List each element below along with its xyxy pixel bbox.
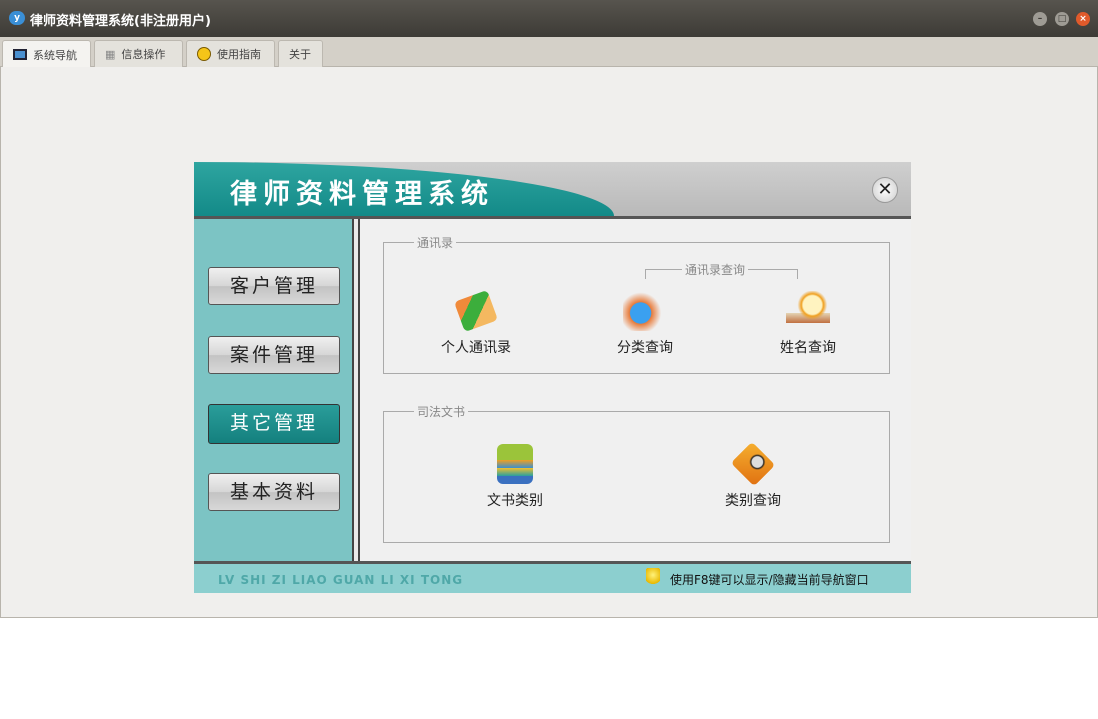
tab-system-nav[interactable]: 系统导航 (2, 40, 91, 68)
grid-icon: ▦ (105, 47, 116, 61)
maximize-button[interactable]: □ (1055, 12, 1069, 26)
magnifier-icon (623, 291, 667, 331)
app-logo-icon: y (9, 11, 25, 25)
address-book-icon (453, 289, 499, 333)
name-query-item[interactable]: 姓名查询 (753, 291, 863, 357)
category-query-doc-item[interactable]: 类别查询 (698, 441, 808, 510)
close-window-button[interactable]: × (1076, 12, 1090, 26)
f8-tip: 使用F8键可以显示/隐藏当前导航窗口 (670, 573, 869, 587)
folder-search-icon (730, 441, 776, 487)
tab-info-ops[interactable]: ▦ 信息操作 (94, 40, 183, 67)
title-bar: y 律师资料管理系统(非注册用户) – □ × (0, 0, 1098, 37)
legal-docs-group: 司法文书 文书类别 类别查询 (383, 403, 890, 543)
book-search-icon (786, 291, 830, 331)
contacts-group: 通讯录 通讯录查询 个人通讯录 分类查询 姓名查询 (383, 234, 890, 374)
personal-contacts-item[interactable]: 个人通讯录 (421, 289, 531, 357)
lightbulb-icon (646, 568, 660, 588)
books-icon (497, 444, 533, 484)
close-panel-button[interactable]: ✕ (872, 177, 898, 203)
pinyin-caption: LV SHI ZI LIAO GUAN LI XI TONG (218, 573, 464, 587)
tab-bar: 系统导航 ▦ 信息操作 使用指南 关于 (0, 37, 1098, 68)
main-area: 通讯录 通讯录查询 个人通讯录 分类查询 姓名查询 司法文书 文书类别 类别查询 (358, 219, 911, 562)
other-mgmt-button[interactable]: 其它管理 (208, 404, 340, 444)
customer-mgmt-button[interactable]: 客户管理 (208, 267, 340, 305)
minimize-button[interactable]: – (1033, 12, 1047, 26)
sidebar: 客户管理 案件管理 其它管理 基本资料 (194, 219, 354, 562)
legal-docs-legend: 司法文书 (414, 403, 469, 420)
monitor-icon (13, 49, 27, 60)
panel-title: 律师资料管理系统 (230, 179, 494, 210)
category-query-item[interactable]: 分类查询 (590, 291, 700, 357)
panel-footer: LV SHI ZI LIAO GUAN LI XI TONG 使用F8键可以显示… (194, 564, 911, 593)
doc-category-item[interactable]: 文书类别 (460, 444, 570, 510)
case-mgmt-button[interactable]: 案件管理 (208, 336, 340, 374)
panel-header: 律师资料管理系统 ✕ (194, 162, 911, 216)
tab-about[interactable]: 关于 (278, 40, 323, 67)
help-icon (197, 47, 211, 61)
basic-data-button[interactable]: 基本资料 (208, 473, 340, 511)
nav-panel: 律师资料管理系统 ✕ 客户管理 案件管理 其它管理 基本资料 通讯录 通讯录查询… (194, 162, 911, 593)
contacts-query-legend: 通讯录查询 (682, 261, 749, 278)
tab-guide[interactable]: 使用指南 (186, 40, 275, 67)
contacts-legend: 通讯录 (414, 234, 457, 251)
window-title: 律师资料管理系统(非注册用户) (30, 14, 211, 29)
